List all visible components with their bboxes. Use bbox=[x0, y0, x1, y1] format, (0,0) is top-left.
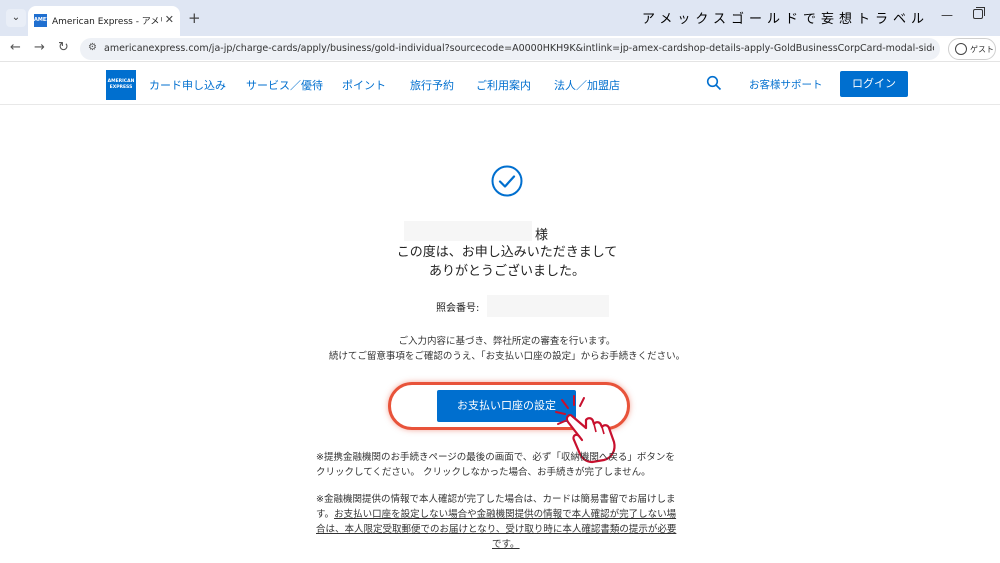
url-text[interactable]: americanexpress.com/ja-jp/charge-cards/a… bbox=[104, 43, 934, 54]
guest-profile-button[interactable]: ゲスト bbox=[948, 38, 996, 60]
thanks-line-2: ありがとうございました。 bbox=[428, 264, 585, 279]
note2-line-2: す。お支払い口座を設定しない場合や金融機関提供の情報で本人確認が完了しない場 bbox=[316, 507, 716, 522]
checkmark-circle-icon bbox=[491, 165, 523, 197]
review-message: ご入力内容に基づき、弊社所定の審査を行います。 続けてご留意事項をご確認のうえ、… bbox=[0, 334, 1000, 364]
thanks-line-1: この度は、お申し込みいただきまして bbox=[396, 245, 618, 260]
reference-number-label: 照会番号: bbox=[436, 303, 480, 314]
amex-logo[interactable]: AMERICAN EXPRESS bbox=[106, 70, 136, 100]
browser-tabbar: ⌄ AMEX American Express - アメリカン･エキ ✕ + ア… bbox=[0, 0, 1000, 36]
review-line-1: ご入力内容に基づき、弊社所定の審査を行います。 bbox=[398, 336, 616, 347]
nav-points[interactable]: ポイント bbox=[342, 77, 386, 93]
maximize-icon[interactable] bbox=[973, 7, 985, 19]
applicant-name-field bbox=[404, 221, 532, 241]
tab-title: American Express - アメリカン･エキ bbox=[52, 17, 162, 27]
nav-guide[interactable]: ご利用案内 bbox=[476, 77, 531, 93]
site-info-icon[interactable]: ⚙ bbox=[88, 42, 97, 53]
note2-line-2a: す。 bbox=[316, 509, 335, 520]
note2-line-4: です。 bbox=[316, 537, 716, 552]
nav-services[interactable]: サービス／優待 bbox=[246, 77, 323, 93]
omnibox[interactable]: ⚙ americanexpress.com/ja-jp/charge-cards… bbox=[80, 38, 940, 60]
nav-card-apply[interactable]: カード申し込み bbox=[149, 77, 226, 93]
reference-number-value bbox=[487, 295, 609, 317]
customer-support-link[interactable]: お客様サポート bbox=[749, 77, 823, 92]
minimize-icon[interactable]: — bbox=[941, 8, 953, 22]
tab-list-chevron-icon[interactable]: ⌄ bbox=[6, 9, 26, 27]
note2-line-3-text: 合は、本人限定受取郵便でのお届けとなり、受け取り時に本人確認書類の提示が必要 bbox=[316, 524, 677, 535]
note2-line-3: 合は、本人限定受取郵便でのお届けとなり、受け取り時に本人確認書類の提示が必要 bbox=[316, 522, 716, 537]
site-header: AMERICAN EXPRESS カード申し込み サービス／優待 ポイント 旅行… bbox=[0, 63, 1000, 105]
close-icon[interactable]: ✕ bbox=[165, 13, 174, 26]
note1-line-2: クリックしてください。 クリックしなかった場合、お手続きが完了しません。 bbox=[316, 467, 651, 478]
nav-travel[interactable]: 旅行予約 bbox=[410, 77, 454, 93]
thank-you-message: この度は、お申し込みいただきまして ありがとうございました。 bbox=[0, 243, 1000, 281]
note2-line-2b: お支払い口座を設定しない場合や金融機関提供の情報で本人確認が完了しない場 bbox=[334, 509, 677, 520]
login-button[interactable]: ログイン bbox=[840, 71, 908, 97]
redirect-note: ※提携金融機関のお手続きページの最後の画面で、必ず「収納機関へ戻る」ボタンを ク… bbox=[316, 450, 716, 480]
note2-line-1: ※金融機関提供の情報で本人確認が完了した場合は、カードは簡易書留でお届けしま bbox=[316, 494, 676, 505]
reload-icon[interactable]: ↻ bbox=[58, 40, 69, 55]
search-icon[interactable] bbox=[706, 75, 722, 91]
honorific: 様 bbox=[535, 228, 549, 243]
review-line-2: 続けてご留意事項をご確認のうえ、「お支払い口座の設定」からお手続きください。 bbox=[328, 351, 686, 362]
note1-line-1: ※提携金融機関のお手続きページの最後の画面で、必ず「収納機関へ戻る」ボタンを bbox=[316, 452, 675, 463]
profile-icon bbox=[955, 43, 967, 55]
back-arrow-icon[interactable]: ← bbox=[10, 40, 21, 55]
new-tab-plus-icon[interactable]: + bbox=[188, 9, 201, 27]
browser-tab[interactable]: AMEX American Express - アメリカン･エキ ✕ bbox=[28, 6, 180, 36]
nav-business[interactable]: 法人／加盟店 bbox=[554, 77, 620, 93]
address-bar: ← → ↻ ⚙ americanexpress.com/ja-jp/charge… bbox=[0, 36, 1000, 62]
identity-verification-note: ※金融機関提供の情報で本人確認が完了した場合は、カードは簡易書留でお届けしま す… bbox=[316, 492, 716, 552]
amex-favicon-icon: AMEX bbox=[34, 14, 50, 27]
forward-arrow-icon[interactable]: → bbox=[34, 40, 45, 55]
note2-line-4-text: です。 bbox=[492, 539, 520, 550]
window-title: アメックスゴールドで妄想トラベル bbox=[642, 12, 929, 27]
guest-label: ゲスト bbox=[970, 45, 994, 54]
